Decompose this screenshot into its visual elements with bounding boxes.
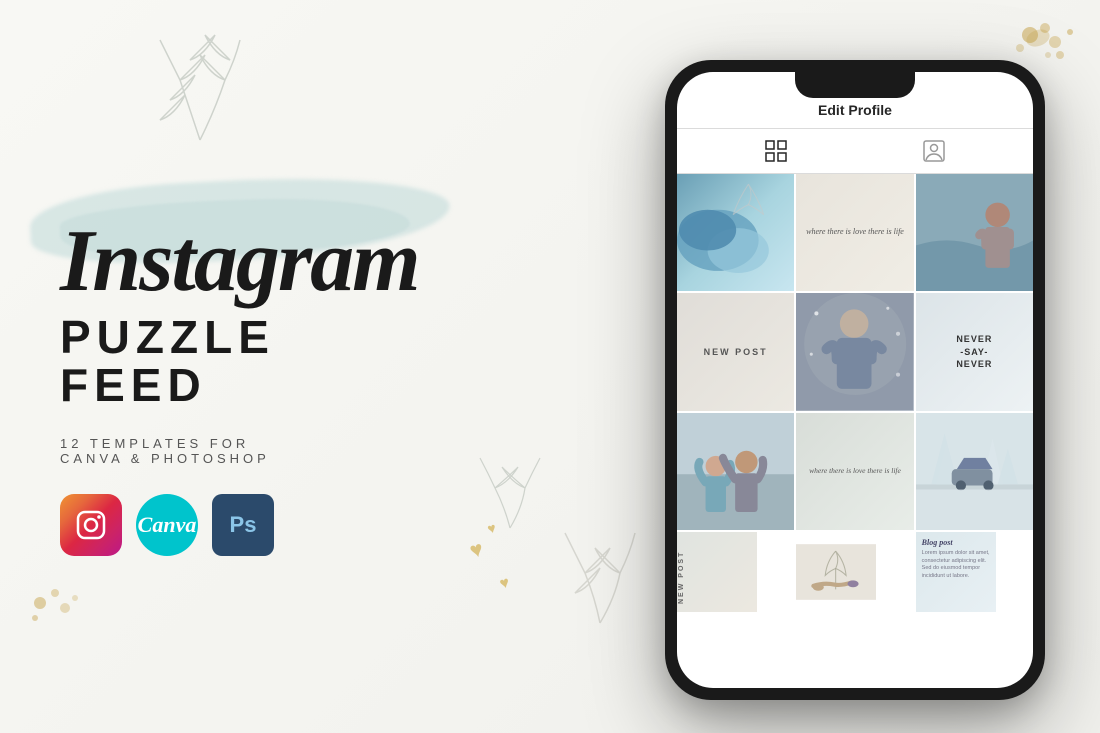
instagram-grid: where there is love there is life xyxy=(677,174,1033,530)
left-content: Instagram PUZZLE FEED 12 TEMPLATES FOR C… xyxy=(60,0,580,733)
grid-cell-9 xyxy=(916,413,1033,530)
canva-icon[interactable]: Canva xyxy=(136,494,198,556)
instagram-tabs[interactable] xyxy=(677,129,1033,174)
tab-profile[interactable] xyxy=(922,139,946,163)
grid-cell-8: where there is love there is life xyxy=(796,413,913,530)
cell-8-text: where there is love there is life xyxy=(807,464,903,479)
cell-2-text: where there is love there is life xyxy=(802,223,908,241)
title-instagram: Instagram xyxy=(60,218,580,306)
profile-header-title: Edit Profile xyxy=(818,102,892,118)
grid-cell-7 xyxy=(677,413,794,530)
title-puzzle: PUZZLE xyxy=(60,310,580,364)
cell-6-label: NEVER-SAY-NEVER xyxy=(956,333,992,371)
tab-grid[interactable] xyxy=(764,139,788,163)
photoshop-icon[interactable]: Ps xyxy=(212,494,274,556)
cell-4-label: NEW POST xyxy=(704,347,768,357)
phone-outer-frame: Edit Profile xyxy=(665,60,1045,700)
grid-cell-6: NEVER-SAY-NEVER xyxy=(916,293,1033,410)
grid-cell-bottom-3: Blog post Lorem ipsum dolor sit amet, co… xyxy=(916,532,996,612)
grid-cell-bottom-1: NEW POST xyxy=(677,532,757,612)
phone-notch xyxy=(795,72,915,98)
grid-cell-4: NEW POST xyxy=(677,293,794,410)
grid-cell-3 xyxy=(916,174,1033,291)
app-icons-row: Canva Ps xyxy=(60,494,580,556)
title-feed: FEED xyxy=(60,358,580,412)
phone-screen: Edit Profile xyxy=(677,72,1033,688)
instagram-icon[interactable] xyxy=(60,494,122,556)
grid-cell-bottom-2 xyxy=(796,532,876,612)
subtitle-templates: 12 TEMPLATES FOR CANVA & PHOTOSHOP xyxy=(60,436,580,466)
phone-mockup: Edit Profile xyxy=(665,60,1045,700)
grid-cell-1 xyxy=(677,174,794,291)
instagram-grid-bottom: NEW POST xyxy=(677,532,1033,612)
grid-cell-2: where there is love there is life xyxy=(796,174,913,291)
grid-cell-5 xyxy=(796,293,913,410)
